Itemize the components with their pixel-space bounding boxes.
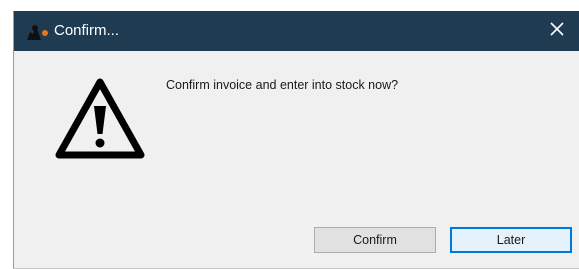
close-button[interactable] — [535, 11, 579, 51]
app-logo-icon — [25, 23, 51, 41]
title-bar[interactable]: Confirm... — [14, 11, 579, 51]
confirm-dialog: Confirm... Confirm invoice and enter int… — [13, 11, 579, 269]
warning-triangle-icon — [54, 76, 146, 160]
close-icon — [550, 21, 564, 41]
later-button[interactable]: Later — [450, 227, 572, 253]
dialog-message: Confirm invoice and enter into stock now… — [166, 78, 399, 92]
dialog-title: Confirm... — [54, 22, 120, 39]
confirm-button[interactable]: Confirm — [314, 227, 436, 253]
